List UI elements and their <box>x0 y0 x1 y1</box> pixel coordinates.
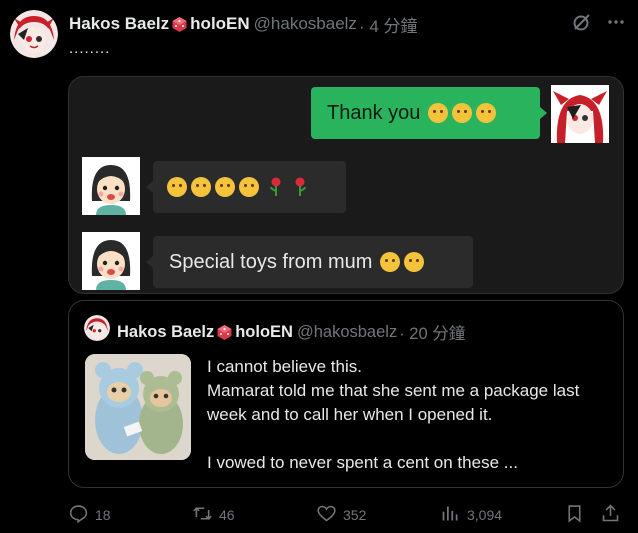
quoted-post[interactable]: Hakos Baelz holoEN @hakosbaelz · 20 分鐘 I… <box>68 300 624 488</box>
bubble-tail <box>146 181 153 193</box>
post-actions: 18 46 352 3,094 <box>68 503 624 527</box>
view-count: 3,094 <box>467 507 503 523</box>
reply-icon <box>68 503 89 527</box>
chat-bubble-received: Special toys from mum <box>153 236 473 288</box>
quoted-post-header: Hakos Baelz holoEN @hakosbaelz · 20 分鐘 <box>117 320 465 344</box>
chat-bubble-received <box>153 161 346 213</box>
chat-avatar-mum <box>82 232 140 290</box>
share-icon <box>600 503 621 527</box>
quoted-author-avatar <box>84 315 110 341</box>
reply-button[interactable]: 18 <box>68 503 111 527</box>
repost-icon <box>192 503 213 527</box>
dice-icon <box>171 16 188 33</box>
grin-emoji-icon <box>239 177 259 197</box>
analytics-icon <box>440 503 461 527</box>
quoted-author-suffix: holoEN <box>235 322 293 341</box>
grok-icon[interactable] <box>572 12 592 37</box>
reply-count: 18 <box>95 507 111 523</box>
chat-avatar-mum <box>82 157 140 215</box>
quoted-post-thumbnail <box>85 354 191 460</box>
author-name-suffix[interactable]: holoEN <box>190 14 250 34</box>
dice-icon <box>216 324 233 341</box>
author-name[interactable]: Hakos Baelz <box>69 14 169 34</box>
heart-icon <box>316 503 337 527</box>
pensive-emoji-icon <box>428 103 449 123</box>
share-button[interactable] <box>600 503 621 527</box>
post-text: ........ <box>69 40 111 57</box>
author-avatar[interactable] <box>10 10 58 58</box>
chat-message-text: Thank you <box>327 101 421 124</box>
post-time[interactable]: · 4 分鐘 <box>359 12 418 37</box>
rose-emoji-icon <box>269 177 283 197</box>
quoted-post-text: I cannot believe this. Mamarat told me t… <box>207 357 580 472</box>
rose-emoji-icon <box>293 177 307 197</box>
rofl-emoji-icon <box>452 103 473 123</box>
like-count: 352 <box>343 507 367 523</box>
bookmark-button[interactable] <box>564 503 585 527</box>
ellipsis-icon[interactable] <box>606 12 626 37</box>
post-image[interactable]: Thank you Special toys from mum <box>68 76 624 294</box>
author-handle[interactable]: @hakosbaelz <box>254 14 357 34</box>
repost-button[interactable]: 46 <box>192 503 235 527</box>
chat-avatar-self <box>551 85 609 143</box>
chat-message-text: Special toys from mum <box>169 250 373 273</box>
quoted-post-time: · 20 分鐘 <box>399 325 466 343</box>
quoted-author-handle: @hakosbaelz <box>296 322 398 341</box>
like-button[interactable]: 352 <box>316 503 366 527</box>
repost-count: 46 <box>219 507 235 523</box>
quoted-author-name: Hakos Baelz <box>117 322 215 341</box>
bubble-tail <box>540 107 547 119</box>
hugging-emoji-icon <box>191 177 211 197</box>
grin-emoji-icon <box>215 177 235 197</box>
bookmark-icon <box>564 503 585 527</box>
views-button[interactable]: 3,094 <box>440 503 502 527</box>
hugging-emoji-icon <box>167 177 187 197</box>
bubble-tail <box>146 256 153 268</box>
rofl-emoji-icon <box>476 103 497 123</box>
chat-bubble-sent: Thank you <box>311 87 540 139</box>
rofl-emoji-icon <box>404 252 425 272</box>
rofl-emoji-icon <box>380 252 401 272</box>
post-header: Hakos Baelz holoEN @hakosbaelz · 4 分鐘 <box>69 12 626 36</box>
